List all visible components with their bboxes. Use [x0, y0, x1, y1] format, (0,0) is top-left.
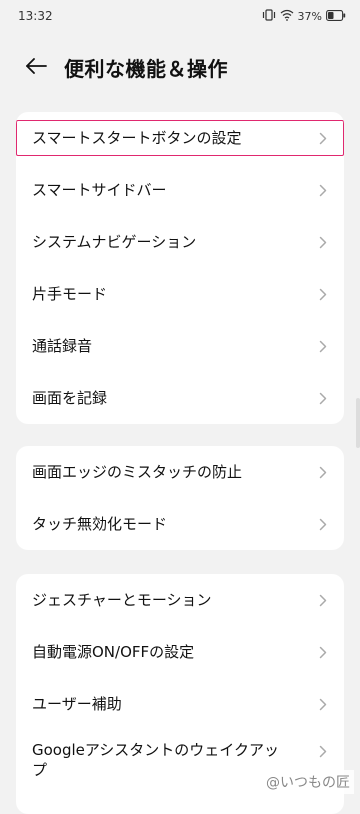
menu-item-accessibility[interactable]: ユーザー補助: [16, 678, 344, 730]
arrow-left-icon: [25, 58, 47, 78]
menu-item-touch-disable-mode[interactable]: タッチ無効化モード: [16, 498, 344, 550]
battery-icon: [326, 9, 346, 24]
menu-item-label: スマートサイドバー: [32, 181, 167, 199]
watermark: @いつもの匠: [262, 770, 354, 794]
settings-group-2: 画面エッジのミスタッチの防止 タッチ無効化モード: [16, 446, 344, 550]
scrollbar-handle[interactable]: [356, 398, 360, 448]
menu-item-smart-sidebar[interactable]: スマートサイドバー: [16, 164, 344, 216]
menu-item-auto-power[interactable]: 自動電源ON/OFFの設定: [16, 626, 344, 678]
chevron-right-icon: [318, 744, 328, 758]
menu-item-one-hand-mode[interactable]: 片手モード: [16, 268, 344, 320]
chevron-right-icon: [318, 517, 328, 531]
menu-item-label: 通話録音: [32, 337, 93, 355]
settings-group-1: スマートスタートボタンの設定 スマートサイドバー システムナビゲーション 片手モ…: [16, 112, 344, 424]
wifi-icon: [280, 9, 294, 24]
menu-item-gestures-motions[interactable]: ジェスチャーとモーション: [16, 574, 344, 626]
menu-item-label: 画面を記録: [32, 389, 108, 407]
page-header: 便利な機能＆操作: [0, 40, 360, 96]
page-title: 便利な機能＆操作: [64, 57, 228, 81]
menu-item-system-navigation[interactable]: システムナビゲーション: [16, 216, 344, 268]
status-time: 13:32: [18, 9, 53, 23]
chevron-right-icon: [318, 131, 328, 145]
chevron-right-icon: [318, 465, 328, 479]
menu-item-edge-touch-prevention[interactable]: 画面エッジのミスタッチの防止: [16, 446, 344, 498]
chevron-right-icon: [318, 183, 328, 197]
back-button[interactable]: [18, 50, 54, 86]
menu-item-label: 画面エッジのミスタッチの防止: [32, 463, 243, 481]
menu-item-smart-start-button[interactable]: スマートスタートボタンの設定: [16, 112, 344, 164]
menu-item-call-recording[interactable]: 通話録音: [16, 320, 344, 372]
battery-percent: 37%: [297, 10, 322, 23]
chevron-right-icon: [318, 593, 328, 607]
chevron-right-icon: [318, 697, 328, 711]
menu-item-label: ユーザー補助: [32, 695, 122, 713]
chevron-right-icon: [318, 235, 328, 249]
chevron-right-icon: [318, 645, 328, 659]
menu-item-label: 自動電源ON/OFFの設定: [32, 643, 195, 661]
chevron-right-icon: [318, 391, 328, 405]
menu-item-label: システムナビゲーション: [32, 233, 197, 251]
menu-item-screen-record[interactable]: 画面を記録: [16, 372, 344, 424]
menu-item-label: スマートスタートボタンの設定: [32, 129, 242, 147]
chevron-right-icon: [318, 339, 328, 353]
vibrate-icon: [262, 9, 276, 24]
status-icons: 37%: [262, 9, 346, 24]
status-bar: 13:32 37%: [0, 0, 360, 36]
menu-item-label: 片手モード: [32, 285, 108, 303]
chevron-right-icon: [318, 287, 328, 301]
menu-item-label: タッチ無効化モード: [32, 515, 168, 533]
menu-item-label: ジェスチャーとモーション: [32, 591, 212, 609]
